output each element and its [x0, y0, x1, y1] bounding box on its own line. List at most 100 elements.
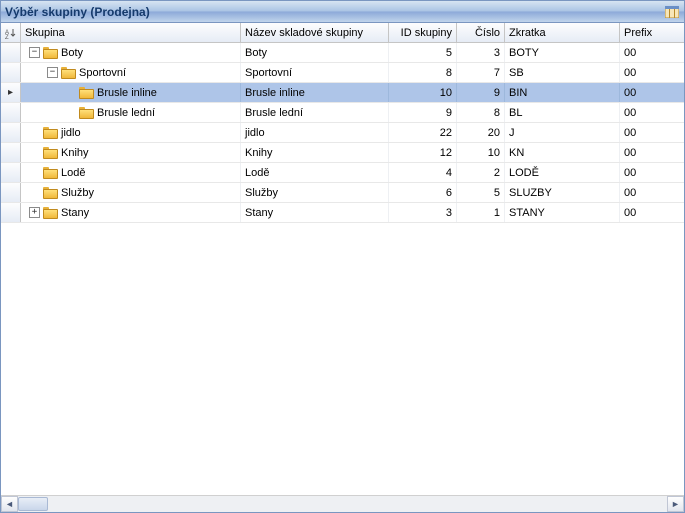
row-indicator	[1, 43, 21, 62]
scroll-right-button[interactable]: ►	[667, 496, 684, 512]
cell-text: 6	[446, 187, 452, 199]
cell-text: 3	[446, 207, 452, 219]
expand-icon[interactable]: +	[29, 207, 40, 218]
cell-text: BIN	[509, 87, 527, 99]
column-header-abbr[interactable]: Zkratka	[505, 23, 620, 42]
cell-text: Stany	[245, 207, 273, 219]
collapse-icon[interactable]: −	[47, 67, 58, 78]
cell-text: 1	[494, 207, 500, 219]
expander-gap	[29, 167, 40, 178]
table-row[interactable]: KnihyKnihy1210KN00	[1, 143, 684, 163]
expander-gap	[65, 107, 76, 118]
cell-abbr: SB	[505, 63, 620, 82]
tree-label: Služby	[61, 187, 94, 199]
cell-name: Služby	[241, 183, 389, 202]
folder-icon	[43, 167, 58, 179]
cell-text: 00	[624, 107, 636, 119]
cell-abbr: BOTY	[505, 43, 620, 62]
table-row[interactable]: SlužbySlužby65SLUZBY00	[1, 183, 684, 203]
tree-cell[interactable]: − Boty	[21, 43, 241, 62]
folder-icon	[43, 187, 58, 199]
table-row[interactable]: Brusle ledníBrusle lední98BL00	[1, 103, 684, 123]
row-indicator	[1, 163, 21, 182]
folder-icon	[79, 87, 94, 99]
table-row[interactable]: −Sportovní Sportovní 8 7 SB 00	[1, 63, 684, 83]
cell-text: 8	[494, 107, 500, 119]
tree-cell[interactable]: Lodě	[21, 163, 241, 182]
tree-label: Lodě	[61, 167, 85, 179]
cell-text: Sportovní	[245, 67, 292, 79]
tree-content: + Stany	[25, 203, 89, 222]
cell-id: 10	[389, 83, 457, 102]
tree-content: Knihy	[25, 143, 89, 162]
collapse-icon[interactable]: −	[29, 47, 40, 58]
cell-id: 6	[389, 183, 457, 202]
cell-text: 12	[440, 147, 452, 159]
tree-content: jidlo	[25, 123, 81, 142]
header-label: Prefix	[624, 27, 652, 39]
tree-label: Boty	[61, 47, 83, 59]
tree-cell[interactable]: Služby	[21, 183, 241, 202]
cell-abbr: J	[505, 123, 620, 142]
table-row[interactable]: +StanyStany31STANY00	[1, 203, 684, 223]
row-indicator	[1, 63, 21, 82]
tree-cell[interactable]: Brusle lední	[21, 103, 241, 122]
scroll-track[interactable]	[18, 496, 667, 512]
column-header-tree[interactable]: Skupina	[21, 23, 241, 42]
tree-cell[interactable]: jidlo	[21, 123, 241, 142]
row-indicator	[1, 143, 21, 162]
column-header-prefix[interactable]: Prefix	[620, 23, 680, 42]
cell-text: 10	[488, 147, 500, 159]
table-row[interactable]: ▸Brusle inlineBrusle inline109BIN00	[1, 83, 684, 103]
scroll-thumb[interactable]	[18, 497, 48, 511]
cell-text: KN	[509, 147, 524, 159]
cell-text: 00	[624, 67, 636, 79]
header-label: ID skupiny	[401, 27, 452, 39]
tree-label: Brusle lední	[97, 107, 155, 119]
column-header-row: A Z Skupina Název skladové skupiny ID sk…	[1, 23, 684, 43]
table-row[interactable]: −BotyBoty53BOTY00	[1, 43, 684, 63]
cell-abbr: BL	[505, 103, 620, 122]
cell-id: 5	[389, 43, 457, 62]
tree-cell[interactable]: + Stany	[21, 203, 241, 222]
cell-text: 00	[624, 167, 636, 179]
cell-text: 00	[624, 87, 636, 99]
table-row[interactable]: jidlojidlo2220J00	[1, 123, 684, 143]
cell-name: Boty	[241, 43, 389, 62]
expander-gap	[29, 147, 40, 158]
cell-num: 3	[457, 43, 505, 62]
cell-text: 7	[494, 67, 500, 79]
header-label: Číslo	[475, 27, 500, 39]
cell-text: 9	[446, 107, 452, 119]
tree-cell[interactable]: Brusle inline	[21, 83, 241, 102]
cell-name: Brusle inline	[241, 83, 389, 102]
cell-text: Boty	[245, 47, 267, 59]
row-indicator	[1, 123, 21, 142]
tree-label: Stany	[61, 207, 89, 219]
columns-icon[interactable]	[664, 4, 680, 20]
cell-text: Brusle inline	[245, 87, 305, 99]
folder-icon	[43, 127, 58, 139]
cell-text: Služby	[245, 187, 278, 199]
cell-num: 10	[457, 143, 505, 162]
column-header-name[interactable]: Název skladové skupiny	[241, 23, 389, 42]
cell-prefix: 00	[620, 203, 680, 222]
cell-name: Lodě	[241, 163, 389, 182]
horizontal-scrollbar[interactable]: ◄ ►	[1, 495, 684, 512]
cell-text: 00	[624, 187, 636, 199]
column-header-num[interactable]: Číslo	[457, 23, 505, 42]
tree-cell[interactable]: −Sportovní	[21, 63, 241, 82]
window-title: Výběr skupiny (Prodejna)	[5, 5, 664, 19]
cell-text: BL	[509, 107, 522, 119]
scroll-left-button[interactable]: ◄	[1, 496, 18, 512]
table-row[interactable]: LoděLodě42LODĚ00	[1, 163, 684, 183]
tree-cell[interactable]: Knihy	[21, 143, 241, 162]
cell-name: Sportovní	[241, 63, 389, 82]
header-label: Název skladové skupiny	[245, 27, 363, 39]
column-header-id[interactable]: ID skupiny	[389, 23, 457, 42]
cell-id: 8	[389, 63, 457, 82]
cell-text: Knihy	[245, 147, 273, 159]
sort-button[interactable]: A Z	[1, 23, 21, 42]
cell-text: BOTY	[509, 47, 539, 59]
expander-gap	[29, 127, 40, 138]
